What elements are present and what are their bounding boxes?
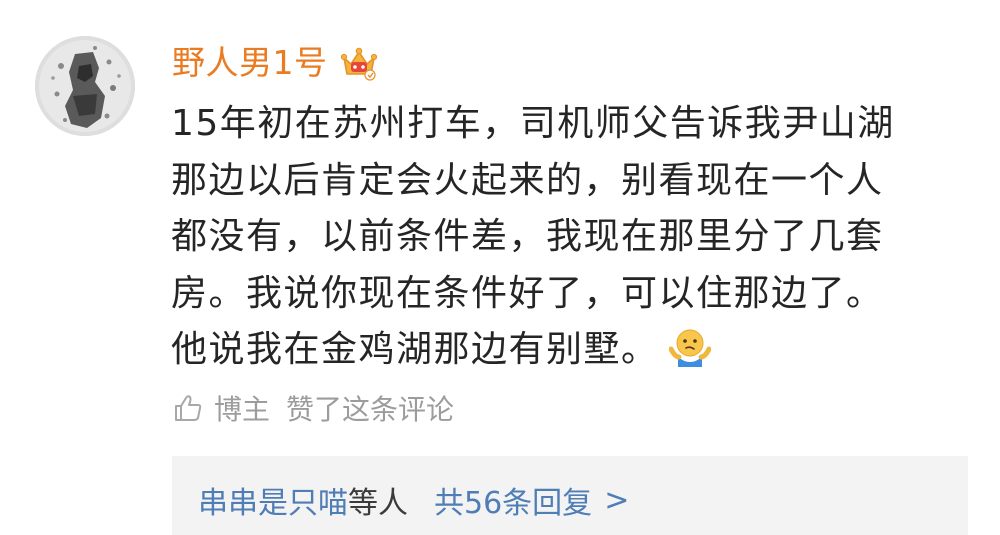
replies-link[interactable]: 串串是只喵 等人 共56条回复 > (198, 478, 629, 522)
liked-text: 赞了这条评论 (286, 393, 455, 426)
chevron-right-icon[interactable]: > (604, 483, 629, 518)
avatar[interactable] (35, 36, 135, 136)
shrug-emoji-icon (668, 327, 712, 367)
reply-suffix: 等人 (348, 486, 408, 521)
liked-by-label: 博主 (214, 393, 271, 426)
reply-count-link[interactable]: 共56条回复 (434, 478, 592, 522)
comment-line: 都没有，以前条件差，我现在那里分了几套 (171, 216, 884, 257)
replies-preview[interactable]: 串串是只喵 等人 共56条回复 > (172, 456, 968, 535)
comment-line: 房。我说你现在条件好了，可以住那边了。 (171, 272, 884, 314)
comment-card: 野人男1号 15年初在苏州打车，司机师父告诉我尹山湖 那边以后肯定会火起来的，别… (0, 0, 1000, 535)
avatar-image (35, 36, 135, 136)
reply-username[interactable]: 串串是只喵 (198, 478, 348, 522)
comment-line: 15年初在苏州打车，司机师父告诉我尹山湖 (171, 103, 895, 144)
comment-text: 15年初在苏州打车，司机师父告诉我尹山湖 那边以后肯定会火起来的，别看现在一个人… (171, 96, 961, 379)
username[interactable]: 野人男1号 (172, 40, 328, 86)
vip-crown-icon[interactable] (340, 44, 378, 82)
thumbs-up-icon (172, 392, 204, 424)
comment-line: 他说我在金鸡湖那边有别墅。 (171, 329, 659, 370)
author-liked-row: 博主 赞了这条评论 (172, 388, 454, 428)
comment-line: 那边以后肯定会火起来的，别看现在一个人 (171, 159, 884, 201)
comment-header: 野人男1号 (172, 38, 378, 88)
comment-line-last: 他说我在金鸡湖那边有别墅。 (171, 322, 961, 379)
